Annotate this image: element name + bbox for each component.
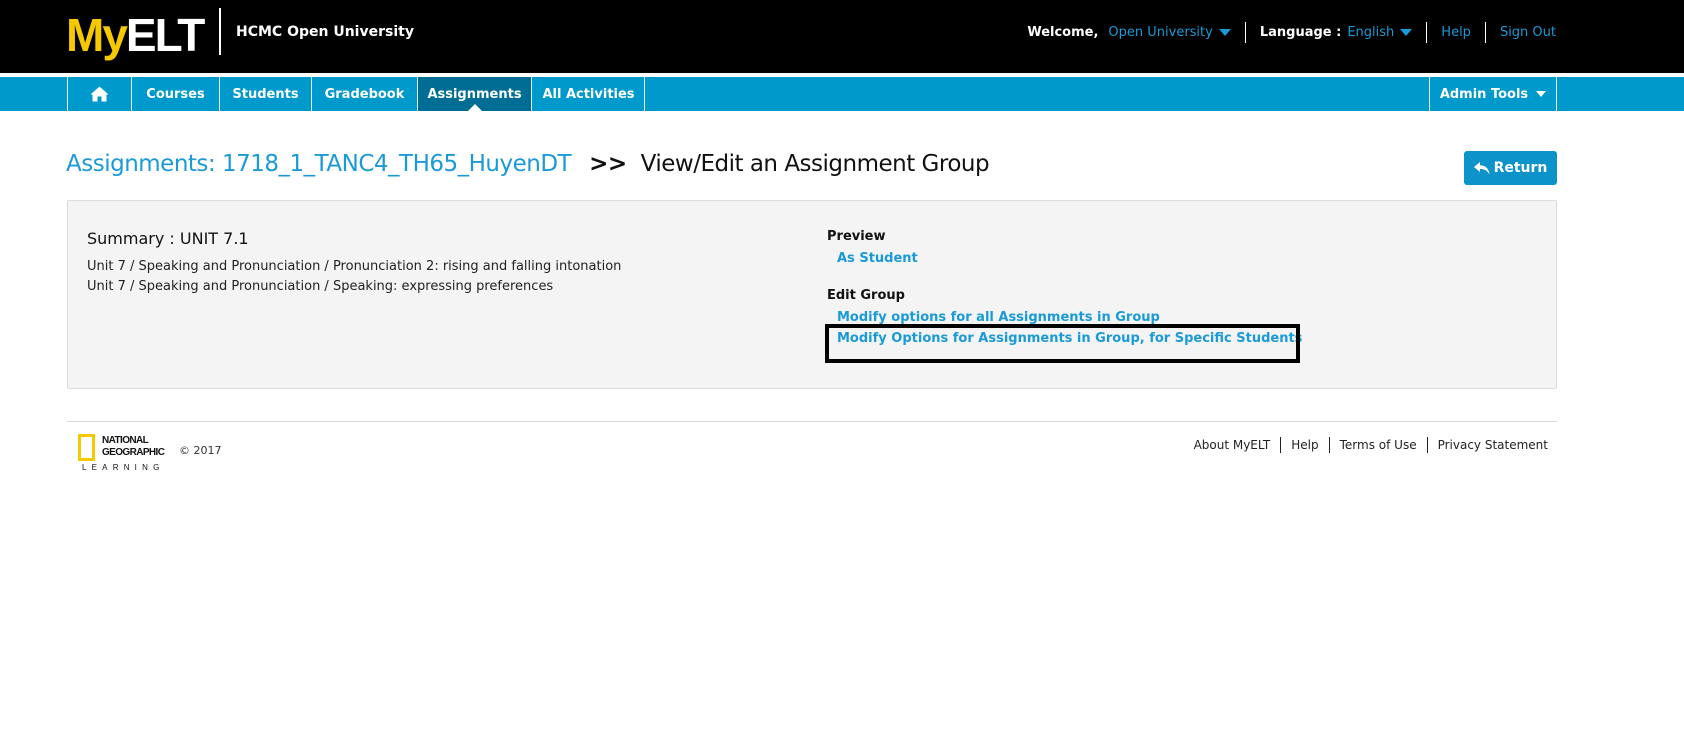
breadcrumb-separator: >>: [589, 151, 627, 177]
ng-logo-learning: LEARNING: [82, 463, 165, 472]
chevron-down-icon: [1400, 28, 1413, 36]
main-nav: Courses Students Gradebook Assignments A…: [0, 77, 1684, 111]
modify-specific-students-link[interactable]: Modify Options for Assignments in Group,…: [837, 331, 1302, 346]
footer-rule: [67, 421, 1557, 422]
chevron-down-icon: [1536, 91, 1547, 97]
footer-privacy-link[interactable]: Privacy Statement: [1438, 438, 1548, 452]
language-value: English: [1347, 24, 1395, 40]
footer-about-link[interactable]: About MyELT: [1194, 438, 1271, 452]
logo-my-text: My: [66, 9, 128, 61]
national-geographic-learning-logo: NATIONAL GEOGRAPHIC LEARNING: [78, 434, 173, 474]
chevron-down-icon: [1218, 28, 1231, 36]
summary-title: Summary : UNIT 7.1: [87, 229, 249, 248]
language-select[interactable]: English: [1347, 24, 1413, 40]
admin-tools-label: Admin Tools: [1439, 86, 1529, 102]
summary-item: Unit 7 / Speaking and Pronunciation / Pr…: [87, 259, 622, 274]
preview-label: Preview: [827, 229, 886, 244]
nav-courses[interactable]: Courses: [131, 77, 219, 111]
summary-item: Unit 7 / Speaking and Pronunciation / Sp…: [87, 279, 554, 294]
edit-group-label: Edit Group: [827, 288, 905, 303]
footer-help-link[interactable]: Help: [1291, 438, 1318, 452]
summary-panel: Summary : UNIT 7.1 Unit 7 / Speaking and…: [67, 200, 1557, 389]
reply-arrow-icon: [1473, 161, 1490, 174]
page-heading: Assignments: 1718_1_TANC4_TH65_HuyenDT >>…: [66, 151, 990, 177]
divider: [1328, 437, 1330, 453]
breadcrumb-assignments-link[interactable]: Assignments: 1718_1_TANC4_TH65_HuyenDT: [66, 151, 572, 177]
return-label: Return: [1493, 160, 1548, 176]
institution-name: HCMC Open University: [236, 24, 414, 40]
copyright-text: © 2017: [179, 444, 222, 457]
sign-out-link[interactable]: Sign Out: [1500, 25, 1556, 40]
divider: [1426, 437, 1428, 453]
user-area: Welcome, Open University Language : Engl…: [1027, 21, 1556, 43]
language-label: Language :: [1259, 24, 1342, 40]
return-button[interactable]: Return: [1464, 151, 1557, 185]
user-name: Open University: [1108, 24, 1213, 40]
nav-all-activities[interactable]: All Activities: [531, 77, 645, 111]
divider: [1280, 437, 1282, 453]
page-title: View/Edit an Assignment Group: [640, 151, 990, 177]
help-link[interactable]: Help: [1441, 25, 1471, 40]
footer-terms-link[interactable]: Terms of Use: [1340, 438, 1417, 452]
nav-assignments[interactable]: Assignments: [417, 77, 531, 111]
preview-as-student-link[interactable]: As Student: [837, 251, 918, 266]
nav-home[interactable]: [67, 77, 131, 111]
ng-yellow-border-icon: [78, 434, 95, 461]
divider: [1426, 21, 1428, 43]
modify-all-assignments-link[interactable]: Modify options for all Assignments in Gr…: [837, 310, 1160, 325]
home-icon: [90, 86, 109, 102]
divider: [1244, 21, 1246, 43]
logo-elt-text: ELT: [125, 9, 205, 61]
nav-gradebook[interactable]: Gradebook: [311, 77, 417, 111]
user-menu[interactable]: Open University: [1108, 24, 1231, 40]
admin-tools-menu[interactable]: Admin Tools: [1429, 77, 1556, 111]
divider: [1484, 21, 1486, 43]
nav-divider: [644, 77, 645, 111]
top-header: MyELT HCMC Open University Welcome, Open…: [0, 0, 1684, 73]
logo-divider: [219, 8, 221, 55]
nav-students[interactable]: Students: [219, 77, 311, 111]
ng-logo-line2: GEOGRAPHIC: [102, 447, 165, 458]
ng-logo-line1: NATIONAL: [102, 435, 149, 446]
welcome-label: Welcome,: [1027, 24, 1099, 40]
myelt-logo[interactable]: MyELT: [66, 9, 205, 61]
footer-links: About MyELT Help Terms of Use Privacy St…: [1194, 437, 1548, 453]
nav-divider: [1556, 77, 1557, 111]
